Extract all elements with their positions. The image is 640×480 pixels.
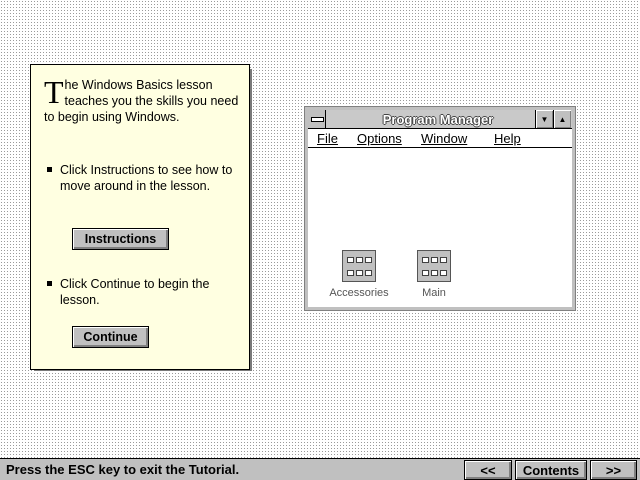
lesson-intro: The Windows Basics lesson teaches you th…	[44, 74, 244, 125]
continue-button[interactable]: Continue	[72, 326, 149, 348]
program-group-icon	[342, 250, 376, 282]
next-button[interactable]: >>	[590, 460, 637, 480]
lesson-intro-text: he Windows Basics lesson teaches you the…	[44, 78, 239, 124]
program-manager-title: Program Manager	[382, 112, 494, 127]
main-group-icon[interactable]: Main	[404, 250, 464, 299]
status-message: Press the ESC key to exit the Tutorial.	[6, 462, 240, 477]
accessories-group-icon[interactable]: Accessories	[329, 250, 389, 299]
bullet-instructions: Click Instructions to see how to move ar…	[47, 162, 246, 194]
bullet-square-icon	[47, 167, 52, 172]
bullet-continue: Click Continue to begin the lesson.	[47, 276, 246, 308]
program-manager-titlebar[interactable]: Program Manager ▼ ▲	[308, 110, 572, 129]
accessories-label: Accessories	[329, 287, 389, 299]
maximize-button[interactable]: ▲	[553, 110, 571, 128]
program-manager-window: Program Manager ▼ ▲ File Options Window …	[304, 106, 576, 311]
program-manager-menubar: File Options Window Help	[308, 129, 572, 148]
menu-help[interactable]: Help	[494, 131, 521, 146]
main-label: Main	[422, 287, 446, 299]
bullet-continue-text: Click Continue to begin the lesson.	[60, 277, 210, 307]
tutorial-statusbar: Press the ESC key to exit the Tutorial. …	[0, 458, 640, 480]
program-group-icon	[417, 250, 451, 282]
minimize-arrow-icon: ▼	[540, 114, 549, 124]
menu-window[interactable]: Window	[421, 131, 467, 146]
minimize-button[interactable]: ▼	[535, 110, 553, 128]
previous-button[interactable]: <<	[464, 460, 512, 480]
bullet-square-icon	[47, 281, 52, 286]
maximize-arrow-icon: ▲	[558, 114, 567, 124]
contents-button[interactable]: Contents	[515, 460, 587, 480]
lesson-dropcap: T	[44, 74, 64, 110]
bullet-instructions-text: Click Instructions to see how to move ar…	[60, 163, 233, 193]
instructions-button[interactable]: Instructions	[72, 228, 169, 250]
lesson-card: The Windows Basics lesson teaches you th…	[30, 64, 250, 370]
menu-file[interactable]: File	[317, 131, 338, 146]
menu-options[interactable]: Options	[357, 131, 402, 146]
system-menu-icon[interactable]	[308, 110, 326, 128]
